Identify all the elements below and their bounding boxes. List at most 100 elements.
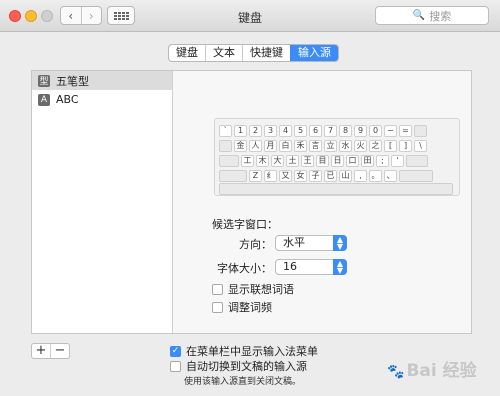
tab-text[interactable]: 文本 (205, 45, 242, 61)
input-source-list: 型 五笔型 A ABC (32, 71, 173, 333)
direction-popup[interactable]: 水平 ▲ ▼ (275, 235, 347, 251)
key (414, 125, 427, 137)
key: 之 (369, 140, 382, 152)
key (219, 155, 239, 167)
key: 5 (294, 125, 307, 137)
keyboard-row-5 (219, 183, 455, 196)
show-in-menubar-option[interactable]: ✓ 在菜单栏中显示输入法菜单 (170, 343, 318, 359)
add-remove-buttons: + − (31, 343, 70, 359)
key: 。 (369, 170, 382, 182)
remove-source-button[interactable]: − (50, 344, 69, 358)
key: 火 (354, 140, 367, 152)
key: 4 (279, 125, 292, 137)
wubi-icon: 型 (38, 74, 50, 87)
key: 8 (339, 125, 352, 137)
key (406, 155, 428, 167)
show-in-menubar-label: 在菜单栏中显示输入法菜单 (186, 345, 318, 358)
show-association-label: 显示联想词语 (228, 283, 294, 296)
key: 日 (331, 155, 344, 167)
source-label: ABC (56, 93, 79, 106)
key: 金 (234, 140, 247, 152)
watermark: 🐾 Bai 经验 (387, 356, 477, 381)
key: 又 (279, 170, 292, 182)
keyboard-row-3: 工 木 大 土 王 目 日 口 田 ; ' (219, 155, 430, 168)
key: 禾 (294, 140, 307, 152)
key: 目 (316, 155, 329, 167)
key: 水 (339, 140, 352, 152)
adjust-frequency-label: 调整词频 (228, 301, 272, 314)
source-item-abc[interactable]: A ABC (32, 90, 172, 109)
key: 月 (264, 140, 277, 152)
paw-icon: 🐾 (387, 364, 405, 380)
key: [ (384, 140, 397, 152)
source-item-wubi[interactable]: 型 五笔型 (32, 71, 172, 90)
key: 山 (339, 170, 352, 182)
auto-switch-label: 自动切换到文稿的输入源 (186, 360, 307, 373)
key (219, 170, 247, 182)
key: 工 (241, 155, 254, 167)
key: 木 (256, 155, 269, 167)
key: \ (414, 140, 427, 152)
key: 女 (294, 170, 307, 182)
key: 1 (234, 125, 247, 137)
input-sources-panel: 型 五笔型 A ABC ` 1 2 3 4 5 6 7 8 9 0 − = 金 … (31, 70, 472, 334)
source-label: 五笔型 (56, 74, 89, 88)
title-bar: ‹ › 键盘 🔍 搜索 (0, 0, 500, 32)
tab-keyboard[interactable]: 键盘 (169, 45, 205, 61)
key: 已 (324, 170, 337, 182)
show-association-option[interactable]: 显示联想词语 (212, 281, 294, 297)
auto-switch-checkbox[interactable] (170, 360, 181, 372)
show-in-menubar-checkbox[interactable]: ✓ (170, 345, 181, 357)
key: − (384, 125, 397, 137)
chevron-updown-icon: ▲ ▼ (333, 259, 347, 275)
key: 大 (271, 155, 284, 167)
font-size-label: 字体大小： (217, 262, 272, 275)
key: 口 (346, 155, 359, 167)
key: 王 (301, 155, 314, 167)
watermark-text: Bai 经验 (406, 361, 477, 381)
key: ] (399, 140, 412, 152)
key: ; (376, 155, 389, 167)
key: 2 (249, 125, 262, 137)
key: ` (219, 125, 232, 137)
search-placeholder: 搜索 (429, 9, 452, 23)
direction-value: 水平 (283, 236, 305, 249)
key: 子 (309, 170, 322, 182)
key: ' (391, 155, 404, 167)
candidate-window-label: 候选字窗口： (212, 218, 278, 231)
abc-icon: A (38, 93, 50, 106)
key: 3 (264, 125, 277, 137)
tab-bar: 键盘 文本 快捷键 输入源 (168, 44, 339, 62)
key: 0 (369, 125, 382, 137)
key: 立 (324, 140, 337, 152)
font-size-popup[interactable]: 16 ▲ ▼ (275, 259, 347, 275)
adjust-frequency-checkbox[interactable] (212, 301, 223, 313)
tab-shortcuts[interactable]: 快捷键 (242, 45, 290, 61)
key: = (399, 125, 412, 137)
key: Z (249, 170, 262, 182)
key: , (354, 170, 367, 182)
auto-switch-option[interactable]: 自动切换到文稿的输入源 (170, 358, 307, 374)
key (399, 170, 433, 182)
key: 纟 (264, 170, 277, 182)
font-size-value: 16 (283, 260, 297, 273)
key: 田 (361, 155, 374, 167)
key (219, 140, 232, 152)
show-association-checkbox[interactable] (212, 283, 223, 295)
keyboard-row-4: Z 纟 又 女 子 已 山 , 。 、 (219, 170, 435, 183)
keyboard-layout-preview: ` 1 2 3 4 5 6 7 8 9 0 − = 金 人 月 白 禾 言 立 … (214, 118, 460, 196)
key: 7 (324, 125, 337, 137)
keyboard-row-1: ` 1 2 3 4 5 6 7 8 9 0 − = (219, 125, 429, 138)
search-field[interactable]: 🔍 搜索 (375, 6, 489, 25)
key: 白 (279, 140, 292, 152)
chevron-updown-icon: ▲ ▼ (333, 235, 347, 251)
adjust-frequency-option[interactable]: 调整词频 (212, 299, 272, 315)
key: 土 (286, 155, 299, 167)
key: 、 (384, 170, 397, 182)
keyboard-row-2: 金 人 月 白 禾 言 立 水 火 之 [ ] \ (219, 140, 429, 153)
auto-switch-note: 使用该输入源直到关闭文稿。 (184, 377, 302, 387)
add-source-button[interactable]: + (32, 344, 50, 358)
search-icon: 🔍 (412, 10, 426, 21)
key: 人 (249, 140, 262, 152)
tab-input-sources[interactable]: 输入源 (290, 45, 338, 61)
